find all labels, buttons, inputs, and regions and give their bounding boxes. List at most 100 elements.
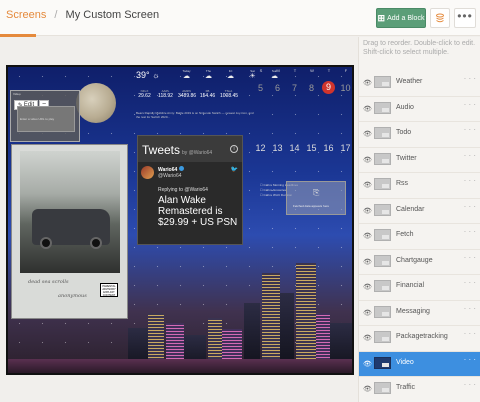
calendar-date: 6 [274,83,280,93]
block-item-chartgauge[interactable]: 👁 Chartgauge · · · [359,250,480,275]
calendar-date: 8 [308,83,314,93]
info-icon[interactable]: i [230,145,238,153]
calendar-week-2: 12131415161718 [255,143,352,153]
kebab-menu-icon[interactable]: · · · [464,253,476,261]
block-thumbnail [374,305,391,318]
eye-icon[interactable]: 👁 [363,283,372,291]
blocks-panel: Drag to reorder. Double-click to edit. S… [358,37,480,402]
block-item-todo[interactable]: 👁 Todo · · · [359,122,480,148]
eye-icon[interactable]: 👁 [363,79,372,87]
block-name: Traffic [396,384,416,391]
panel-hint: Drag to reorder. Double-click to edit. S… [363,40,476,56]
block-name: Weather [396,78,423,85]
eye-icon[interactable]: 👁 [363,360,372,368]
kebab-menu-icon[interactable]: · · · [464,202,476,210]
block-name: Chartgauge [396,256,433,264]
thumbnail-inner [382,133,389,137]
top-bar: Screens / My Custom Screen ⊞ Add a Block… [0,0,480,37]
calendar-date: 15 [306,143,317,153]
weekday-label: M [276,68,280,73]
block-item-video[interactable]: 👁 Video · · · [359,351,480,377]
more-options-button[interactable]: ••• [454,8,476,28]
kebab-menu-icon[interactable]: · · · [464,151,476,159]
block-thumbnail [374,229,391,241]
block-name: Audio [396,103,414,111]
eye-icon[interactable]: 👁 [363,334,372,342]
ticker-item: FB 154.46 [199,89,216,99]
avatar [141,166,154,179]
weekday-label: W [310,68,314,73]
thumbnail-inner [382,107,389,112]
sun-icon: ☼ [152,71,160,80]
block-name: Messaging [396,307,430,315]
block-thumbnail [374,356,391,369]
thumbnail-inner [382,184,389,188]
ticker-value: 1008.45 [220,93,239,99]
eye-icon[interactable]: 👁 [363,156,372,164]
calendar-week-1: 567891011 [255,81,352,95]
calendar-date: 7 [291,83,297,93]
cloud-icon: ☁ [183,73,190,80]
block-item-financial[interactable]: 👁 Financial · · · [359,275,480,301]
fetch-message: Fetched data appears here [293,204,330,208]
kebab-menu-icon[interactable]: · · · [464,304,476,312]
forecast-day: Fri ☁ [222,69,239,81]
city-skyline [8,253,352,373]
kebab-menu-icon[interactable]: · · · [464,75,476,83]
block-item-messaging[interactable]: 👁 Messaging · · · [359,301,480,326]
block-item-fetch[interactable]: 👁 Fetch · · · [359,224,480,250]
layers-button[interactable] [430,8,450,28]
ticker-value: 3489.86 [178,93,197,99]
page-title: My Custom Screen [65,9,160,21]
van-graphic [32,209,110,249]
tweets-by: by @Wario64 [182,150,213,156]
thumbnail-inner [382,311,389,316]
eye-icon[interactable]: 👁 [363,309,372,317]
layers-icon [436,13,444,23]
screen-preview[interactable]: Video ✎ Edit − Enter a video URL to play… [6,65,354,375]
eye-icon[interactable]: 👁 [363,232,372,240]
video-block[interactable]: Video ✎ Edit − Enter a video URL to play [10,90,80,142]
block-item-audio[interactable]: 👁 Audio · · · [359,97,480,122]
kebab-menu-icon[interactable]: · · · [464,228,476,236]
kebab-menu-icon[interactable]: · · · [464,330,476,338]
block-item-packagetracking[interactable]: 👁 Packagetracking · · · [359,326,480,352]
kebab-menu-icon[interactable]: · · · [464,177,476,185]
block-item-twitter[interactable]: 👁 Twitter · · · [359,148,480,173]
block-thumbnail [374,101,391,114]
thumbnail-inner [382,337,389,341]
add-block-button[interactable]: ⊞ Add a Block [376,8,426,28]
block-thumbnail [374,152,391,165]
forecast-day: Thu ☁ [200,69,217,81]
tweets-title: Tweets [142,143,181,157]
weekday-label: F [344,68,348,73]
kebab-menu-icon[interactable]: · · · [464,381,476,389]
block-item-calendar[interactable]: 👁 Calendar · · · [359,199,480,224]
ticker-value: 118.92 [158,93,173,99]
block-thumbnail [374,280,391,292]
tweet-text: Alan Wake Remastered is $29.99 + US PSN [158,195,238,228]
eye-icon[interactable]: 👁 [363,385,372,393]
calendar-date: 14 [289,143,300,153]
kebab-menu-icon[interactable]: · · · [464,126,476,134]
block-item-traffic[interactable]: 👁 Traffic · · · [359,377,480,402]
block-item-weather[interactable]: 👁 Weather · · · [359,71,480,97]
block-thumbnail [374,203,391,216]
eye-icon[interactable]: 👁 [363,105,372,113]
eye-icon[interactable]: 👁 [363,181,372,189]
stock-ticker: NFLX 29.62 AAPL 118.92 AMZN 3489.86 FB 154.46 TS… [136,89,239,99]
cloud-icon: ☁ [205,73,212,80]
block-item-rss[interactable]: 👁 Rss · · · [359,173,480,199]
kebab-menu-icon[interactable]: · · · [464,279,476,287]
thumbnail-inner [382,82,389,86]
calendar-date: 12 [255,143,266,153]
ticker-item: TSLA 1008.45 [220,89,239,99]
breadcrumb-screens-link[interactable]: Screens [6,9,46,21]
kebab-menu-icon[interactable]: · · · [464,100,476,108]
eye-icon[interactable]: 👁 [363,258,372,266]
cloud-icon: ☀ [249,73,256,80]
eye-icon[interactable]: 👁 [363,207,372,215]
kebab-menu-icon[interactable]: · · · [464,355,476,363]
eye-icon[interactable]: 👁 [363,130,372,138]
verified-icon [178,166,184,171]
